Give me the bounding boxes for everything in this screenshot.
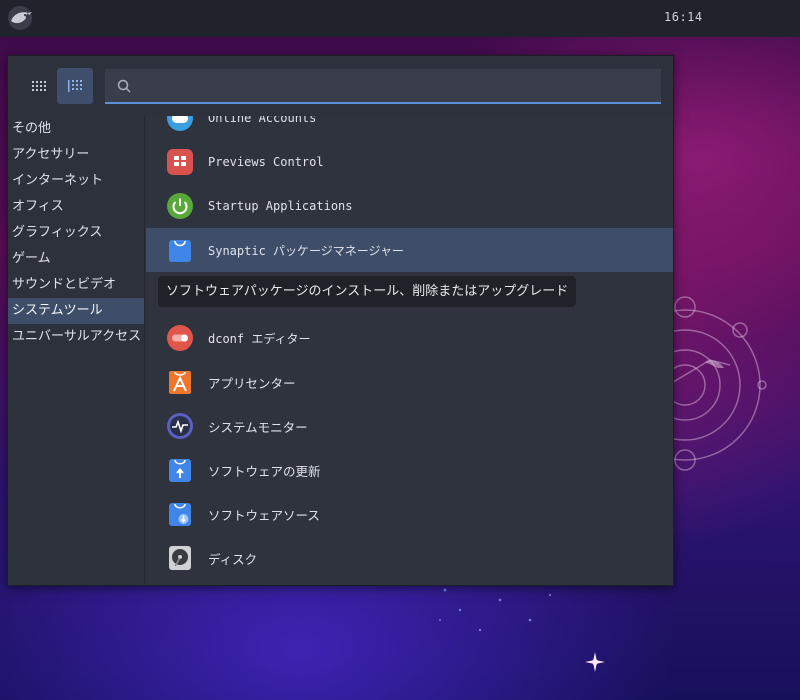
category-games[interactable]: ゲーム [8,246,144,272]
online-accounts-icon [166,116,194,132]
category-other[interactable]: その他 [8,116,144,142]
search-input[interactable] [141,69,651,102]
list-view-button[interactable] [57,68,93,104]
app-app-center[interactable]: アプリセンター [146,360,673,404]
app-name: Online Accounts [208,116,317,125]
category-system-tools[interactable]: システムツール [8,298,144,324]
app-synaptic[interactable]: Synaptic パッケージマネージャー [146,228,673,272]
app-name: Synaptic パッケージマネージャー [208,243,404,258]
top-panel: 16:14 [0,0,800,37]
category-graphics[interactable]: グラフィックス [8,220,144,246]
app-name: ソフトウェアソース [208,507,320,523]
power-icon [166,192,194,220]
app-name: ディスク [208,551,258,567]
app-startup-applications[interactable]: Startup Applications [146,184,673,228]
previews-control-icon [166,148,194,176]
dconf-toggle-icon [166,324,194,352]
app-name: Startup Applications [208,199,353,213]
app-online-accounts[interactable]: Online Accounts [146,116,673,140]
category-accessories[interactable]: アクセサリー [8,142,144,168]
disk-icon [166,544,194,572]
category-internet[interactable]: インターネット [8,168,144,194]
grid-view-icon [32,81,46,91]
category-sound-video[interactable]: サウンドとビデオ [8,272,144,298]
clock[interactable]: 16:14 [664,10,703,24]
app-name: ソフトウェアの更新 [208,463,321,479]
synaptic-tooltip: ソフトウェアパッケージのインストール、削除またはアップグレード [158,276,577,307]
system-monitor-icon [166,412,194,440]
application-menu: その他 アクセサリー インターネット オフィス グラフィックス ゲーム サウンド… [7,55,674,586]
category-office[interactable]: オフィス [8,194,144,220]
app-name: dconf エディター [208,331,311,346]
grid-view-button[interactable] [21,68,57,104]
search-box[interactable] [105,69,661,104]
search-icon [117,79,131,93]
budgie-bird-icon[interactable] [6,4,34,32]
software-update-icon [166,456,194,484]
app-name: アプリセンター [208,375,296,391]
app-name: Previews Control [208,155,324,169]
list-view-icon [68,80,82,92]
menu-header [8,56,673,116]
app-list: Online Accounts Previews Control Startup… [146,116,673,585]
app-software-sources[interactable]: ソフトウェアソース [146,492,673,536]
software-sources-icon [166,500,194,528]
app-software-update[interactable]: ソフトウェアの更新 [146,448,673,492]
category-universal-access[interactable]: ユニバーサルアクセス [8,324,144,350]
package-bag-icon [166,236,194,264]
app-center-icon [166,368,194,396]
app-previews-control[interactable]: Previews Control [146,140,673,184]
category-sidebar: その他 アクセサリー インターネット オフィス グラフィックス ゲーム サウンド… [8,116,145,585]
app-name: システムモニター [208,419,308,435]
app-system-monitor[interactable]: システムモニター [146,404,673,448]
app-disks[interactable]: ディスク [146,536,673,580]
app-dconf-editor[interactable]: dconf エディター [146,316,673,360]
